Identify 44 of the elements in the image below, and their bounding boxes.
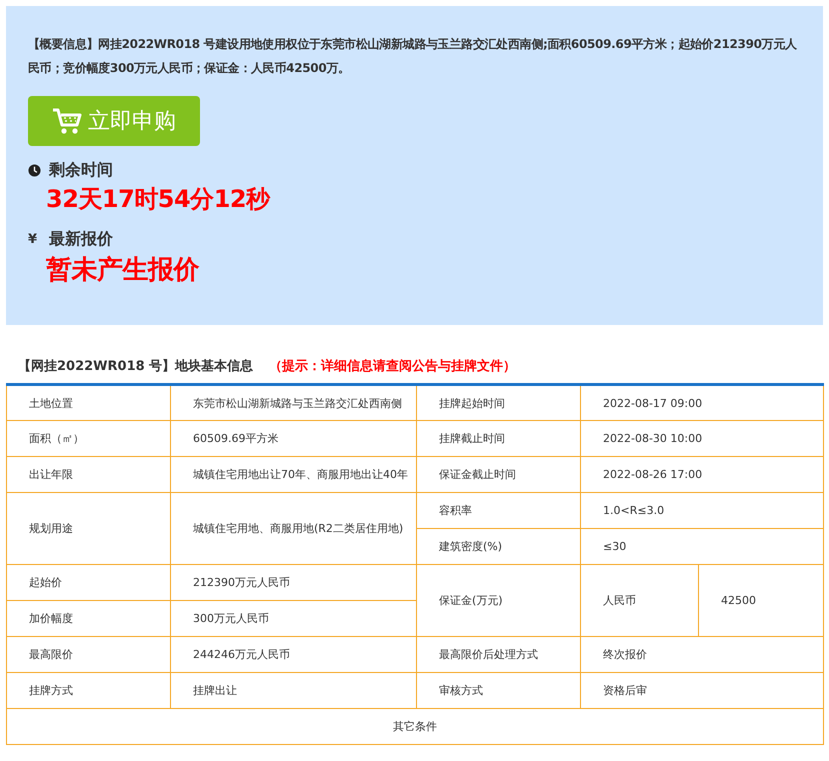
field-label: 土地位置 xyxy=(6,384,170,420)
field-value: 212390万元人民币 xyxy=(170,564,416,600)
field-label: 审核方式 xyxy=(416,672,580,708)
section-title: 【网挂2022WR018 号】地块基本信息 xyxy=(18,358,254,375)
field-value: 2022-08-26 17:00 xyxy=(580,456,824,492)
yen-icon: ¥ xyxy=(28,232,41,247)
field-value: 1.0<R≤3.0 xyxy=(580,492,824,528)
field-value: 终次报价 xyxy=(580,636,824,672)
table-footer-cell: 其它条件 xyxy=(6,708,824,744)
field-label: 建筑密度(%) xyxy=(416,528,580,564)
field-label: 面积（㎡） xyxy=(6,420,170,456)
buy-button[interactable]: 立即申购 xyxy=(28,96,200,146)
field-label: 最高限价后处理方式 xyxy=(416,636,580,672)
summary-text: 【概要信息】网挂2022WR018 号建设用地使用权位于东莞市松山湖新城路与玉兰路交汇处西南侧;面积60509.69平方米；起始价212390万元人民币；竞价幅度300万元人民币；保证金：人民币42500万。 xyxy=(28,36,798,77)
countdown-value: 32天17时54分12秒 xyxy=(46,184,272,215)
countdown-label: 剩余时间 xyxy=(49,160,113,181)
field-value: 42500 xyxy=(698,564,824,636)
field-value: 60509.69平方米 xyxy=(170,420,416,456)
field-label: 挂牌起始时间 xyxy=(416,384,580,420)
field-value: 东莞市松山湖新城路与玉兰路交汇处西南侧 xyxy=(170,384,416,420)
field-label: 容积率 xyxy=(416,492,580,528)
clock-icon xyxy=(28,164,41,177)
field-value: 资格后审 xyxy=(580,672,824,708)
field-value: 244246万元人民币 xyxy=(170,636,416,672)
section-hint: （提示：详细信息请查阅公告与挂牌文件） xyxy=(269,358,516,375)
field-label: 加价幅度 xyxy=(6,600,170,636)
field-value: 2022-08-17 09:00 xyxy=(580,384,824,420)
cart-icon xyxy=(52,107,82,135)
field-value: 挂牌出让 xyxy=(170,672,416,708)
field-value: 人民币 xyxy=(580,564,698,636)
field-label: 规划用途 xyxy=(6,492,170,564)
field-value: 城镇住宅用地、商服用地(R2二类居住用地) xyxy=(170,492,416,564)
field-label: 最高限价 xyxy=(6,636,170,672)
field-label: 挂牌方式 xyxy=(6,672,170,708)
field-label: 保证金截止时间 xyxy=(416,456,580,492)
field-value: 城镇住宅用地出让70年、商服用地出让40年 xyxy=(170,456,416,492)
field-label: 起始价 xyxy=(6,564,170,600)
field-label: 挂牌截止时间 xyxy=(416,420,580,456)
latest-bid-value: 暂未产生报价 xyxy=(46,254,200,287)
field-label: 保证金(万元) xyxy=(416,564,580,636)
field-value: 2022-08-30 10:00 xyxy=(580,420,824,456)
latest-bid-label: 最新报价 xyxy=(49,229,113,250)
field-label: 出让年限 xyxy=(6,456,170,492)
field-value: ≤30 xyxy=(580,528,824,564)
